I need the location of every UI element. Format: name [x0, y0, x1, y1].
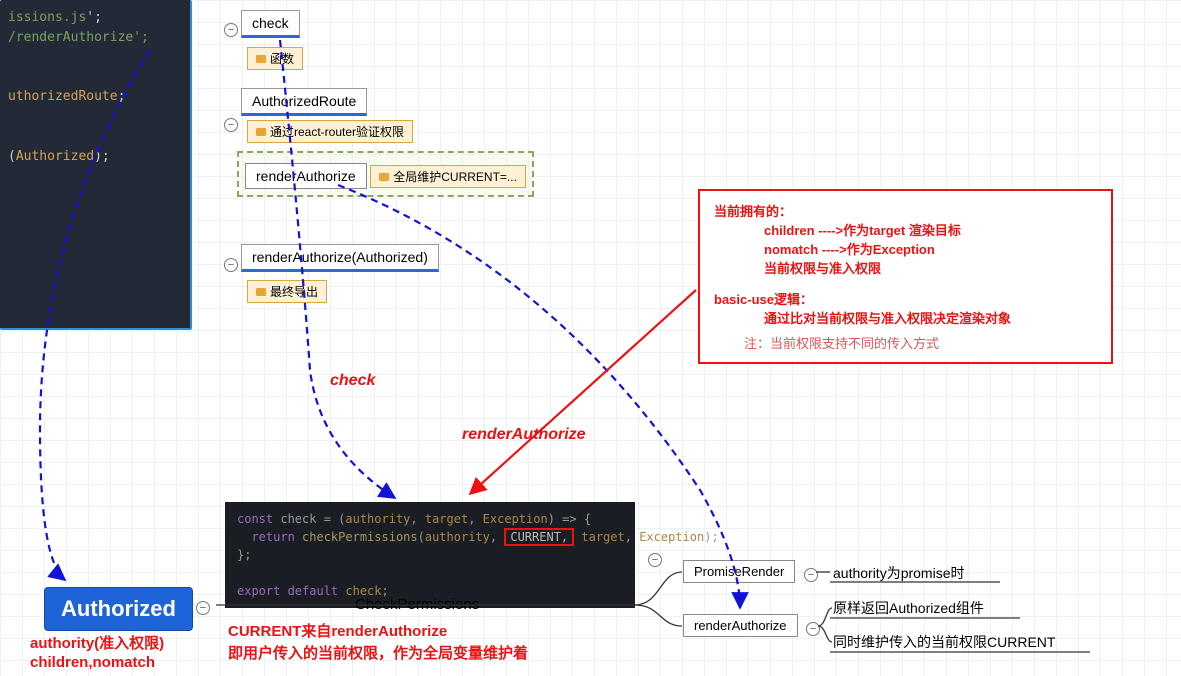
collapse-icon[interactable]: −: [196, 601, 210, 615]
node-render-authorize-group: renderAuthorize 全局维护CURRENT=...: [237, 151, 534, 197]
tag-check: 函数: [247, 47, 303, 70]
ra-note2: 同时维护传入的当前权限CURRENT: [833, 632, 1055, 652]
authorized-note1: authority(准入权限): [30, 632, 164, 653]
label-render-authorize: renderAuthorize: [462, 426, 586, 444]
collapse-icon[interactable]: −: [804, 568, 818, 582]
node-authorized-route[interactable]: AuthorizedRoute: [241, 88, 367, 116]
tag-render-authorize: 全局维护CURRENT=...: [370, 165, 526, 188]
node-authorized[interactable]: Authorized: [44, 587, 193, 631]
node-check[interactable]: check: [241, 10, 300, 38]
collapse-icon[interactable]: −: [224, 258, 238, 272]
code-editor-top: issions.js'; /renderAuthorize'; uthorize…: [0, 0, 192, 330]
authorized-note2: children,nomatch: [30, 654, 155, 671]
node-check-permissions[interactable]: CheckPermissions: [355, 596, 479, 613]
collapse-icon[interactable]: −: [648, 553, 662, 567]
collapse-icon[interactable]: −: [224, 23, 238, 37]
node-promise-render[interactable]: PromiseRender: [683, 560, 795, 583]
node-render-authorize[interactable]: renderAuthorize: [245, 163, 367, 189]
current-note2: 即用户传入的当前权限，作为全局变量维护着: [228, 642, 528, 663]
tag-final-export: 最终导出: [247, 280, 327, 303]
node-render-authorize-r[interactable]: renderAuthorize: [683, 614, 798, 637]
collapse-icon[interactable]: −: [224, 118, 238, 132]
tag-authorized-route: 通过react-router验证权限: [247, 120, 413, 143]
node-render-authorize-call[interactable]: renderAuthorize(Authorized): [241, 244, 439, 272]
ra-note1: 原样返回Authorized组件: [833, 598, 984, 618]
current-note1: CURRENT来自renderAuthorize: [228, 620, 447, 641]
label-check: check: [330, 372, 375, 390]
promise-note: authority为promise时: [833, 563, 965, 583]
collapse-icon[interactable]: −: [806, 622, 820, 636]
code-check-fn: const check = (authority, target, Except…: [225, 502, 635, 608]
explain-box: 当前拥有的： children ---->作为target 渲染目标 nomat…: [698, 189, 1113, 364]
